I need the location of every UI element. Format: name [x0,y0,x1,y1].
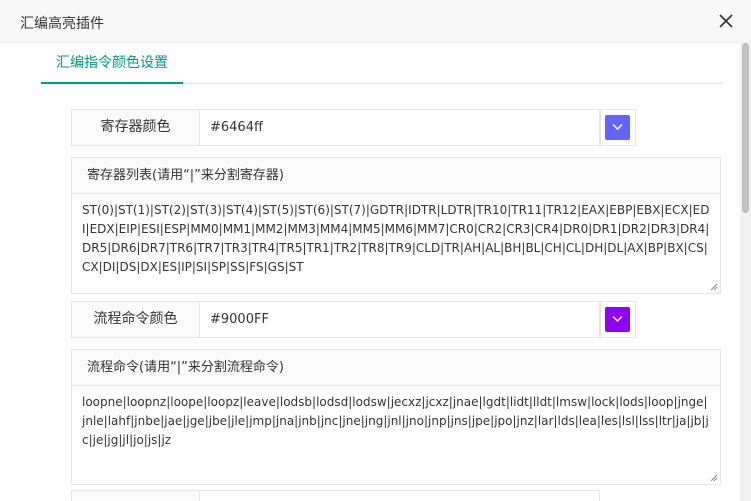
tab-asm-color-settings[interactable]: 汇编指令颜色设置 [41,43,183,84]
dialog-content: 汇编指令颜色设置 寄存器颜色 #6464ff 寄存器列表(请用“|”来分割寄存器… [0,43,740,501]
flow-color-input[interactable]: #9000FF [199,301,600,338]
flow-list-textarea[interactable]: loopne|loopnz|loope|loopz|leave|lodsb|lo… [71,385,721,485]
register-color-label: 寄存器颜色 [71,109,200,146]
register-color-input[interactable]: #6464ff [199,109,600,146]
next-row-input [199,490,600,501]
dialog-title-bar: 汇编高亮插件 [0,0,751,43]
chevron-down-icon [612,315,623,323]
flow-color-label: 流程命令颜色 [71,301,200,338]
close-icon [719,14,733,28]
close-button[interactable] [714,9,738,33]
next-row-partial [71,490,636,501]
resize-handle-icon[interactable] [710,283,718,291]
flow-list-text: loopne|loopnz|loope|loopz|leave|lodsb|lo… [82,395,709,447]
register-color-row: 寄存器颜色 #6464ff [71,109,636,146]
register-color-swatch[interactable] [605,115,630,140]
next-row-label [71,490,200,501]
flow-list-block: 流程命令(请用“|”来分割流程命令) loopne|loopnz|loope|l… [71,349,721,486]
register-list-block: 寄存器列表(请用“|”来分割寄存器) ST(0)|ST(1)|ST(2)|ST(… [71,157,721,294]
plugin-dialog: 汇编高亮插件 汇编指令颜色设置 寄存器颜色 #6464ff 寄存器列表(请用“|… [0,0,751,501]
flow-color-swatch[interactable] [605,307,630,332]
dialog-title: 汇编高亮插件 [20,16,104,32]
register-list-textarea[interactable]: ST(0)|ST(1)|ST(2)|ST(3)|ST(4)|ST(5)|ST(6… [71,193,721,294]
resize-handle-icon[interactable] [710,474,718,482]
register-list-text: ST(0)|ST(1)|ST(2)|ST(3)|ST(4)|ST(5)|ST(6… [82,203,710,274]
tab-bar: 汇编指令颜色设置 [41,43,723,84]
flow-color-row: 流程命令颜色 #9000FF [71,301,636,338]
chevron-down-icon [612,123,623,131]
scrollbar-thumb[interactable] [742,43,749,213]
register-list-label: 寄存器列表(请用“|”来分割寄存器) [71,157,721,194]
vertical-scrollbar[interactable] [740,43,751,501]
flow-color-picker[interactable] [600,301,636,338]
register-color-picker[interactable] [600,109,636,146]
flow-list-label: 流程命令(请用“|”来分割流程命令) [71,349,721,386]
